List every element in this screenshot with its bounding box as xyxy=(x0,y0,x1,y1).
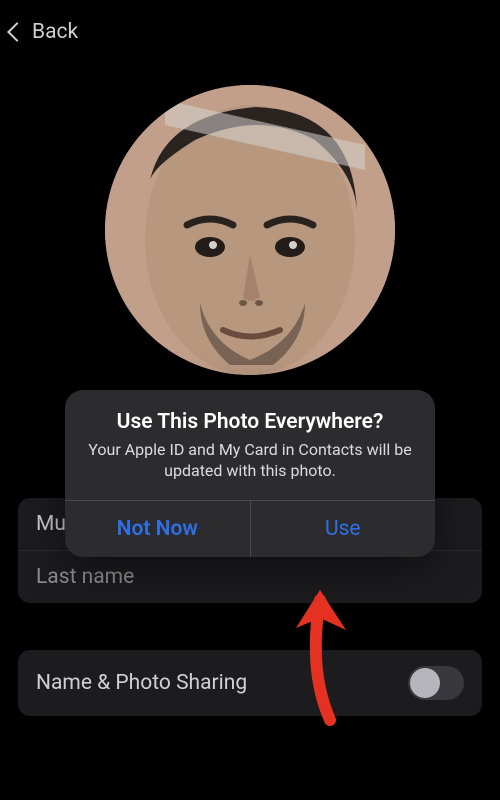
dialog-title: Use This Photo Everywhere? xyxy=(83,410,417,434)
back-button[interactable]: Back xyxy=(10,20,78,44)
dialog-body: Use This Photo Everywhere? Your Apple ID… xyxy=(65,390,435,500)
face-photo-icon xyxy=(105,85,395,375)
dialog-message: Your Apple ID and My Card in Contacts wi… xyxy=(83,440,417,482)
sharing-label: Name & Photo Sharing xyxy=(36,671,247,695)
sharing-toggle[interactable] xyxy=(408,666,464,700)
use-button[interactable]: Use xyxy=(251,501,436,557)
last-name-field[interactable]: Last name xyxy=(18,551,482,603)
dialog-buttons: Not Now Use xyxy=(65,500,435,557)
name-photo-sharing-row: Name & Photo Sharing xyxy=(18,650,482,716)
confirm-dialog: Use This Photo Everywhere? Your Apple ID… xyxy=(65,390,435,557)
chevron-left-icon xyxy=(7,22,27,42)
toggle-knob xyxy=(410,668,440,698)
back-label: Back xyxy=(32,20,78,44)
not-now-button[interactable]: Not Now xyxy=(65,501,251,557)
profile-photo[interactable] xyxy=(105,85,395,375)
